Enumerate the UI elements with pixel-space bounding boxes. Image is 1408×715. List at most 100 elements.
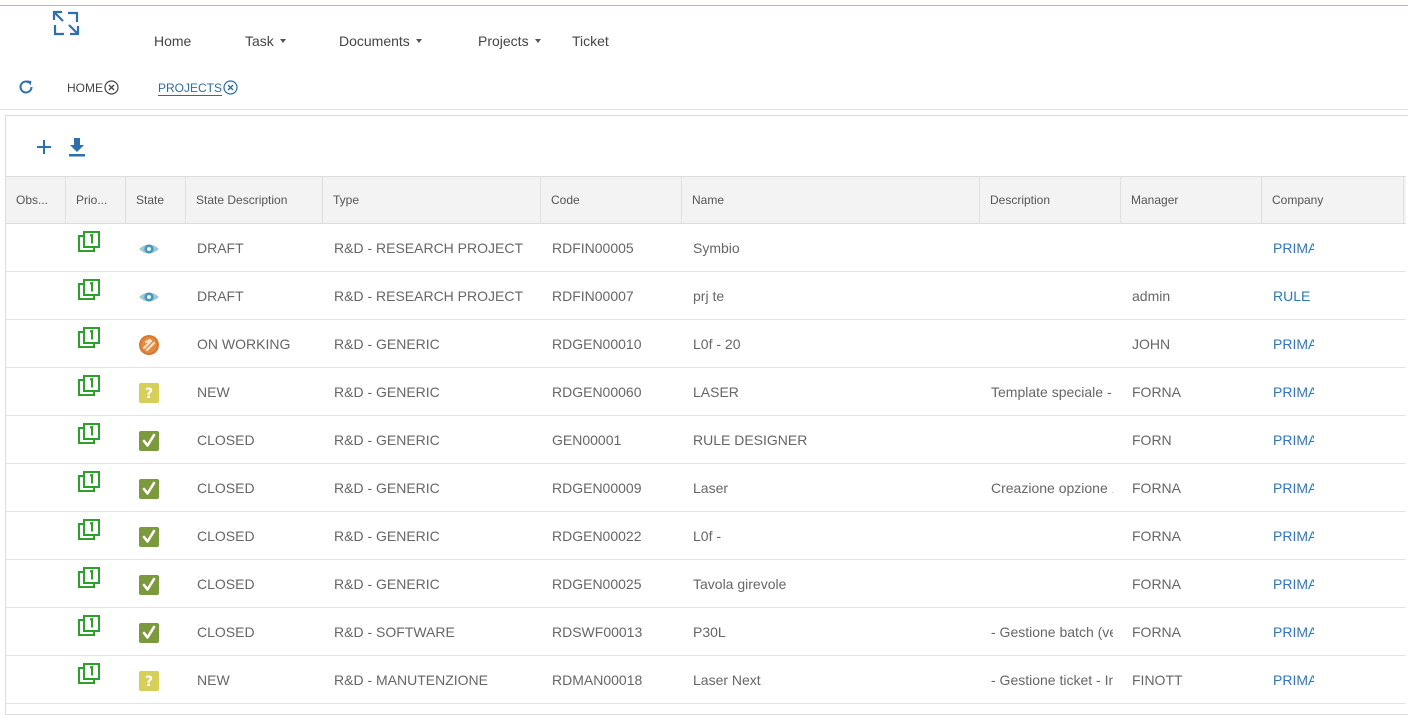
priority-one-icon [78,279,100,301]
cell-name: Tavola girevole [693,576,787,592]
cell-type: R&D - RESEARCH PROJECT [334,240,524,256]
cell-name: L0f - 20 [693,336,741,352]
cell-type: R&D - GENERIC [334,576,440,592]
caret-down-icon [415,39,422,43]
tab-projects[interactable]: PROJECTS [158,80,238,95]
nav-projects[interactable]: Projects [478,33,541,49]
priority-one-icon [78,567,100,589]
cell-obs [6,416,66,464]
cell-code: RDMAN00018 [552,672,643,688]
column-header-state[interactable]: State [126,177,186,223]
close-icon[interactable] [104,80,119,95]
check-icon [138,574,160,596]
tabs-bar: HOME PROJECTS [0,74,1408,110]
cell-state-description: CLOSED [197,576,255,592]
cell-company[interactable]: RULE [1262,272,1314,320]
cell-company[interactable]: PRIMA [1262,368,1314,416]
check-icon [138,430,160,452]
table-row[interactable]: CLOSED R&D - GENERIC GEN00001 RULE DESIGNER… [6,416,1406,464]
cell-company[interactable]: PRIMA [1262,512,1314,560]
table-row[interactable]: DRAFT R&D - RESEARCH PROJECT RDFIN00007 prj… [6,272,1406,320]
tab-home[interactable]: HOME [67,80,119,95]
table-row[interactable]: CLOSED R&D - GENERIC RDGEN00009 Laser Creazi… [6,464,1406,512]
cell-description [980,512,1113,560]
cell-manager: FORNA [1132,624,1181,640]
cell-code: RDGEN00060 [552,384,642,400]
cell-company[interactable]: PRIMA [1262,464,1314,512]
column-header-type[interactable]: Type [323,177,541,223]
cell-name: LASER [693,384,739,400]
cell-company[interactable]: PRIMA [1262,320,1314,368]
top-border-line [0,5,1408,6]
check-icon [138,478,160,500]
cell-description: - Gestione batch (ver [991,624,1113,640]
eye-icon [138,238,160,260]
column-header-obs[interactable]: Obs... [6,177,66,223]
cell-name: Symbio [693,240,740,256]
projects-panel: Obs... Prio... State State Description T… [5,115,1408,715]
column-header-priority[interactable]: Prio... [66,177,126,223]
column-header-company[interactable]: Company [1262,177,1404,223]
cell-code: RDGEN00025 [552,576,642,592]
table-row[interactable]: ? NEW R&D - GENERIC RDGEN00060 LASER Template… [6,368,1406,416]
cell-state-description: NEW [197,384,230,400]
table-row[interactable]: ? NEW R&D - MANUTENZIONE RDMAN00018 Laser Ne… [6,656,1406,704]
column-header-manager[interactable]: Manager [1121,177,1262,223]
cell-code: RDGEN00022 [552,528,642,544]
cell-manager: JOHN [1132,336,1171,352]
cell-state-description: DRAFT [197,240,244,256]
nav-ticket[interactable]: Ticket [572,33,609,49]
priority-one-icon [78,615,100,637]
cell-company[interactable]: PRIMA [1262,560,1314,608]
download-icon[interactable] [67,136,87,158]
cell-state-description: CLOSED [197,480,255,496]
priority-one-icon [78,327,100,349]
plus-icon[interactable] [34,136,54,158]
cell-obs [6,272,66,320]
cell-state-description: CLOSED [197,432,255,448]
close-icon[interactable] [223,80,238,95]
cell-name: Laser Next [693,672,761,688]
cell-code: RDSWF00013 [552,624,643,640]
cell-obs [6,608,66,656]
cell-company[interactable]: PRIMA [1262,608,1314,656]
nav-documents[interactable]: Documents [339,33,422,49]
cell-state-description: DRAFT [197,288,244,304]
cell-description [980,272,1113,320]
cell-company[interactable]: PRIMA [1262,224,1314,272]
cell-type: R&D - GENERIC [334,528,440,544]
table-row[interactable]: CLOSED R&D - GENERIC RDGEN00022 L0f - FORNA P… [6,512,1406,560]
caret-down-icon [279,39,286,43]
cell-company[interactable]: PRIMA [1262,656,1314,704]
check-icon [138,526,160,548]
nav-home[interactable]: Home [154,33,191,49]
priority-one-icon [78,231,100,253]
nav-task[interactable]: Task [245,33,286,49]
refresh-icon[interactable] [17,78,35,96]
cell-obs [6,224,66,272]
tab-home-label: HOME [67,80,103,95]
tab-projects-label: PROJECTS [158,80,223,95]
cell-company[interactable]: PRIMA [1262,416,1314,464]
collapse-arrows-icon[interactable] [52,10,80,36]
cell-type: R&D - SOFTWARE [334,624,455,640]
cell-description: - Gestione ticket - Int [991,672,1113,688]
cell-code: RDFIN00005 [552,240,634,256]
priority-one-icon [78,471,100,493]
column-header-name[interactable]: Name [682,177,980,223]
cell-code: GEN00001 [552,432,622,448]
cell-name: L0f - [693,528,722,544]
cell-description [980,320,1113,368]
cell-description [980,416,1113,464]
cell-code: RDGEN00009 [552,480,642,496]
table-row[interactable]: DRAFT R&D - RESEARCH PROJECT RDFIN00005 Sym… [6,224,1406,272]
column-header-description[interactable]: Description [980,177,1121,223]
table-row[interactable]: CLOSED R&D - GENERIC RDGEN00025 Tavola gire… [6,560,1406,608]
check-icon [138,622,160,644]
column-header-code[interactable]: Code [541,177,682,223]
cell-manager: FORN [1132,432,1172,448]
table-row[interactable]: ON WORKING R&D - GENERIC RDGEN00010 L0f - 2… [6,320,1406,368]
cell-description [980,560,1113,608]
table-row[interactable]: CLOSED R&D - SOFTWARE RDSWF00013 P30L - Gest… [6,608,1406,656]
column-header-state-description[interactable]: State Description [186,177,323,223]
